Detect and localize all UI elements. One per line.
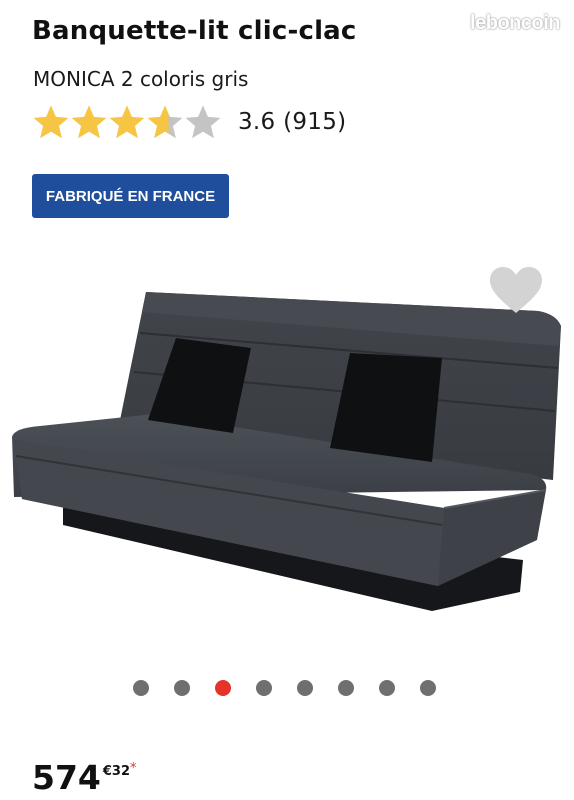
product-subtitle: MONICA 2 coloris gris [33, 67, 249, 91]
price-decimal: €32 [102, 764, 131, 779]
price-asterisk: * [130, 761, 137, 776]
price-integer: 574 [32, 758, 101, 797]
carousel-dot[interactable] [174, 680, 190, 696]
carousel-dot[interactable] [133, 680, 149, 696]
carousel-dots [133, 680, 436, 696]
rating-text: 3.6 (915) [238, 109, 347, 135]
star-icon [33, 105, 69, 139]
leboncoin-watermark: leboncoin [470, 12, 560, 34]
made-in-france-badge[interactable]: FABRIQUÉ EN FRANCE [32, 174, 229, 218]
price: 574 €32 * [32, 758, 137, 798]
carousel-dot[interactable] [420, 680, 436, 696]
carousel-dot[interactable] [256, 680, 272, 696]
product-title: Banquette-lit clic-clac [32, 16, 357, 46]
carousel-dot[interactable] [379, 680, 395, 696]
heart-icon[interactable] [488, 266, 544, 316]
star-icon [147, 105, 183, 139]
carousel-dot-active[interactable] [215, 680, 231, 696]
star-icon [109, 105, 145, 139]
star-icon [185, 105, 221, 139]
star-icon [71, 105, 107, 139]
carousel-dot[interactable] [338, 680, 354, 696]
carousel-dot[interactable] [297, 680, 313, 696]
rating[interactable]: 3.6 (915) [32, 100, 346, 144]
rating-stars [32, 103, 222, 141]
